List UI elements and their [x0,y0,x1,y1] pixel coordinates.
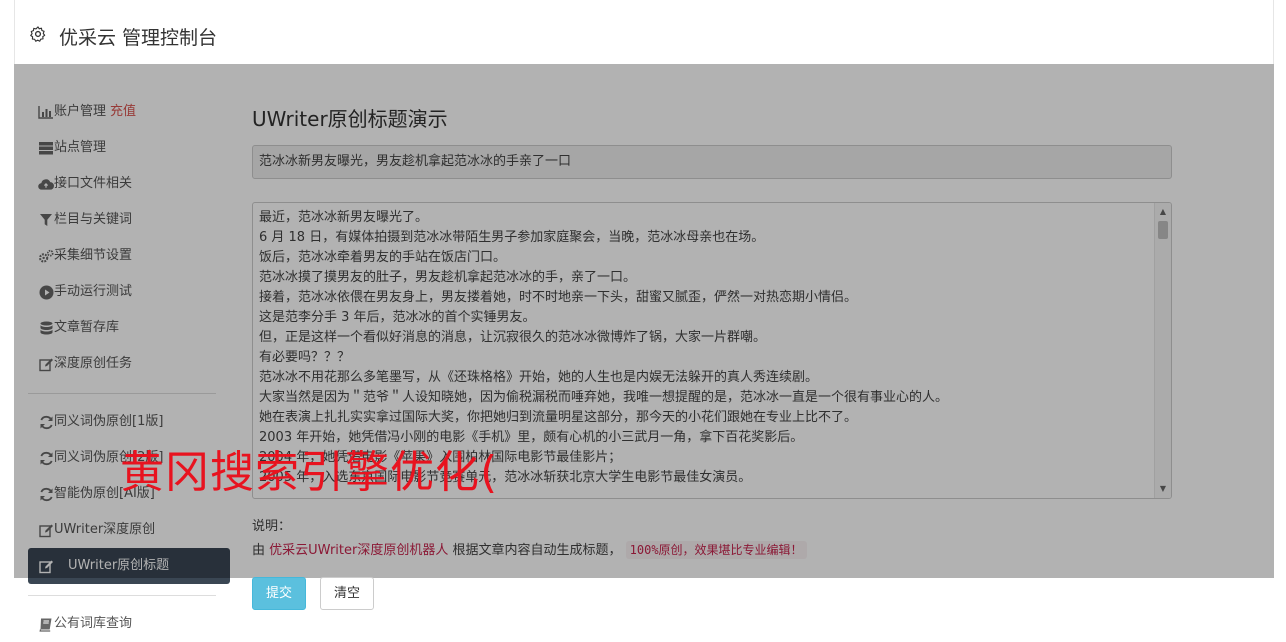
sidebar-item-label: 采集细节设置 [54,248,133,263]
sidebar-item-label: UWriter原创标题 [68,558,170,573]
sidebar-item-label: 深度原创任务 [54,356,133,371]
edit-icon [38,558,54,574]
sidebar-item-synonym-v1[interactable]: 同义词伪原创[1版] [14,404,230,440]
note-text: 由 优采云UWriter深度原创机器人 根据文章内容自动生成标题， 100%原创… [252,540,1172,560]
article-line: 大家当然是因为＂范爷＂人设知晓她，因为偷税漏税而唾弃她，我唯一想提醒的是，范冰冰… [259,390,949,405]
gears-icon [38,248,54,264]
refresh-icon [38,450,54,466]
sidebar-item-deep-original-task[interactable]: 深度原创任务 [14,346,230,382]
article-line: 有必要吗？？？ [259,350,351,365]
sidebar-item-manual-run[interactable]: 手动运行测试 [14,274,230,310]
sidebar-item-keywords[interactable]: 栏目与关键词 [14,202,230,238]
recharge-link[interactable]: 充值 [110,104,136,119]
sidebar-divider [28,595,216,596]
sidebar-item-label: 站点管理 [54,140,107,155]
clear-button[interactable]: 清空 [320,577,374,610]
page-title: 优采云 管理控制台 [59,27,218,49]
article-line: 范冰冰不用花那么多笔墨写，从《还珠格格》开始，她的人生也是内娱无法躲开的真人秀连… [259,370,819,385]
original-badge: 100%原创，效果堪比专业编辑！ [625,541,807,559]
article-line: 但，正是这样一个看似好消息的消息，让沉寂很久的范冰冰微博炸了锅，大家一片群嘲。 [259,330,767,345]
scroll-down-arrow-icon[interactable]: ▼ [1155,482,1171,496]
sidebar-item-label: 同义词伪原创[1版] [54,414,164,429]
bar-chart-icon [38,104,54,120]
generated-title-field[interactable]: 范冰冰新男友曝光，男友趁机拿起范冰冰的手亲了一口 [252,145,1172,179]
sidebar-item-label: UWriter深度原创 [54,522,156,537]
article-line: 6 月 18 日，有媒体拍摄到范冰冰带陌生男子参加家庭聚会，当晚，范冰冰母亲也在… [259,230,765,245]
refresh-icon [38,414,54,430]
sidebar-item-collect-settings[interactable]: 采集细节设置 [14,238,230,274]
sidebar-bottom: 公有词库查询 [14,595,230,642]
sidebar-item-uwriter-title[interactable]: UWriter原创标题 [28,548,230,584]
sidebar-item-label: 账户管理 [54,104,107,119]
article-line: 最近，范冰冰新男友曝光了。 [259,210,429,225]
sidebar-item-sites[interactable]: 站点管理 [14,130,230,166]
sidebar-item-article-store[interactable]: 文章暂存库 [14,310,230,346]
article-line: 范冰冰摸了摸男友的肚子，男友趁机拿起范冰冰的手，亲了一口。 [259,270,637,285]
edit-icon [38,522,54,538]
sidebar-item-public-thesaurus[interactable]: 公有词库查询 [14,606,230,642]
sidebar-divider [28,393,216,394]
book-icon [38,616,54,632]
watermark-text: 黄冈搜索引擎优化( [120,447,499,498]
note-prefix: 由 [252,543,266,558]
sidebar-item-account[interactable]: 账户管理 充值 [14,94,230,130]
top-header: 优采云 管理控制台 [14,0,1274,64]
article-line: 饭后，范冰冰牵着男友的手站在饭店门口。 [259,250,507,265]
server-icon [38,140,54,156]
sidebar-item-interface-files[interactable]: 接口文件相关 [14,166,230,202]
submit-button[interactable]: 提交 [252,577,306,610]
sidebar-item-label: 文章暂存库 [54,320,120,335]
sidebar: 账户管理充值 站点管理 接口文件相关 栏目与关键词 采集细节设置 手动运行测试 [14,94,230,584]
sidebar-item-label: 手动运行测试 [54,284,133,299]
uwriter-robot-link[interactable]: 优采云UWriter深度原创机器人 [269,543,448,558]
database-icon [38,320,54,336]
cloud-upload-icon [38,176,54,192]
play-circle-icon [38,284,54,300]
sidebar-item-label: 接口文件相关 [54,176,133,191]
scrollbar-thumb[interactable] [1158,221,1168,239]
article-line: 接着，范冰冰依偎在男友身上，男友搂着她，时不时地亲一下头，甜蜜又腻歪，俨然一对热… [259,290,858,305]
gear-icon [30,26,46,42]
sidebar-item-label: 公有词库查询 [54,616,133,631]
filter-icon [38,212,54,228]
section-title: UWriter原创标题演示 [252,107,448,131]
edit-icon [38,356,54,372]
article-line: 这是范李分手 3 年后，范冰冰的首个实锤男友。 [259,310,536,325]
scroll-up-arrow-icon[interactable]: ▲ [1155,205,1171,219]
textarea-scrollbar[interactable]: ▲ ▼ [1154,203,1171,498]
article-line: 她在表演上扎扎实实拿过国际大奖，你把她归到流量明星这部分，那今天的小花们跟她在专… [259,410,858,425]
sidebar-item-label: 栏目与关键词 [54,212,133,227]
refresh-icon [38,486,54,502]
note-middle: 根据文章内容自动生成标题， [452,543,622,558]
note-label: 说明： [252,519,292,534]
sidebar-item-uwriter-deep[interactable]: UWriter深度原创 [14,512,230,548]
